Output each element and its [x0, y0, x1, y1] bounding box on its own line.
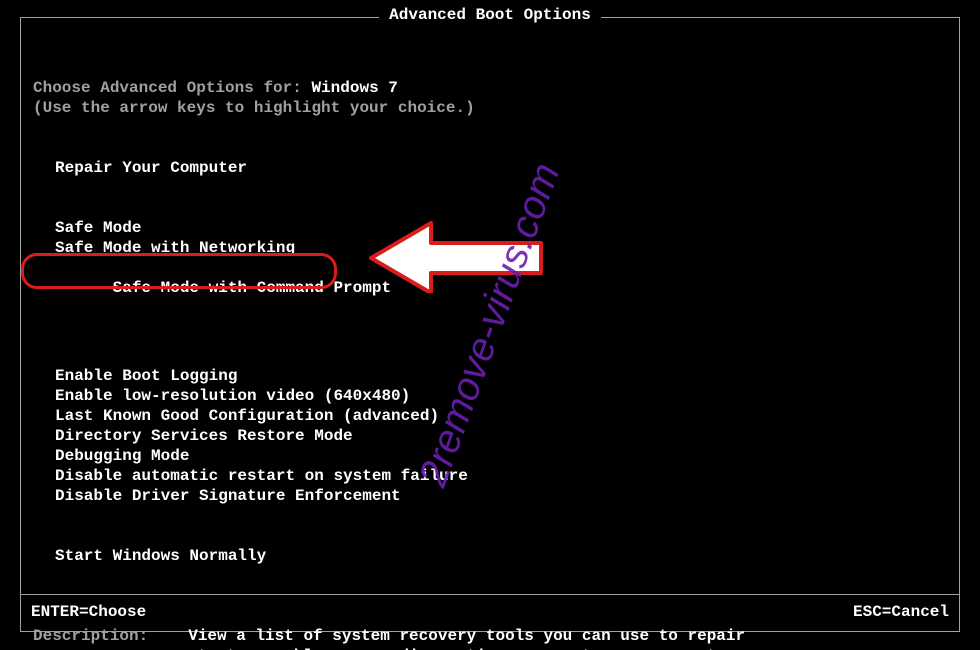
menu-item-disable-auto-restart[interactable]: Disable automatic restart on system fail…: [33, 466, 947, 486]
menu-item-disable-driver-sig[interactable]: Disable Driver Signature Enforcement: [33, 486, 947, 506]
menu-item-safe-mode-networking[interactable]: Safe Mode with Networking: [33, 238, 947, 258]
menu-item-last-known-good[interactable]: Last Known Good Configuration (advanced): [33, 406, 947, 426]
content-area: Choose Advanced Options for: Windows 7 (…: [21, 18, 959, 650]
menu-item-boot-logging[interactable]: Enable Boot Logging: [33, 366, 947, 386]
footer-bar: ENTER=Choose ESC=Cancel: [21, 594, 959, 621]
menu-item-debugging[interactable]: Debugging Mode: [33, 446, 947, 466]
menu-item-ds-restore[interactable]: Directory Services Restore Mode: [33, 426, 947, 446]
menu-item-safe-mode-cmd-label: Safe Mode with Command Prompt: [113, 279, 391, 297]
footer-enter: ENTER=Choose: [31, 603, 146, 621]
boot-options-screen: Advanced Boot Options Choose Advanced Op…: [20, 17, 960, 632]
intro-line: Choose Advanced Options for: Windows 7: [33, 78, 947, 98]
description-body: View a list of system recovery tools you…: [188, 626, 768, 650]
menu-item-start-normally[interactable]: Start Windows Normally: [33, 546, 947, 566]
menu-item-safe-mode[interactable]: Safe Mode: [33, 218, 947, 238]
description-label: Description:: [33, 626, 188, 650]
intro-os: Windows 7: [311, 79, 397, 97]
menu-item-low-res-video[interactable]: Enable low-resolution video (640x480): [33, 386, 947, 406]
hint-line: (Use the arrow keys to highlight your ch…: [33, 98, 947, 118]
description-row: Description: View a list of system recov…: [33, 626, 947, 650]
footer-esc: ESC=Cancel: [853, 603, 949, 621]
intro-label: Choose Advanced Options for:: [33, 79, 311, 97]
menu-item-safe-mode-cmd[interactable]: Safe Mode with Command Prompt: [33, 258, 391, 338]
menu-item-repair[interactable]: Repair Your Computer: [33, 158, 947, 178]
